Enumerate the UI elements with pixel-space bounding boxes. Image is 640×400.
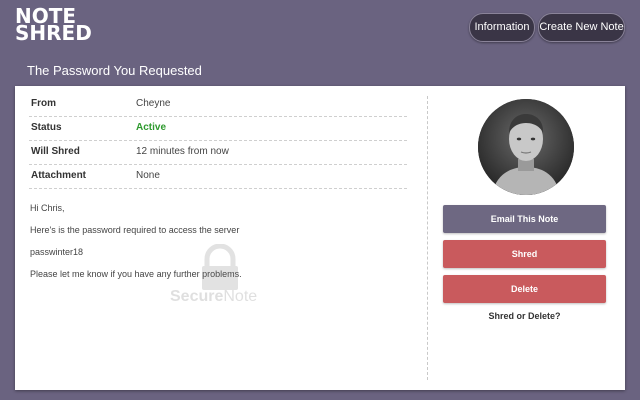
logo-text-line2: SHRED xyxy=(15,21,92,45)
info-row-attachment: Attachment None xyxy=(29,164,407,189)
info-label: Attachment xyxy=(31,170,87,181)
info-label: Status xyxy=(31,122,62,133)
securenote-watermark: SecureNote xyxy=(165,243,275,314)
padlock-icon xyxy=(202,243,238,290)
info-row-from: From Cheyne xyxy=(29,92,407,117)
shred-or-delete-link[interactable]: Shred or Delete? xyxy=(443,311,606,321)
watermark-text-part2: Note xyxy=(223,288,258,305)
info-label: From xyxy=(31,98,56,109)
watermark-text-part1: Secure xyxy=(170,288,224,305)
info-value: Cheyne xyxy=(136,98,171,109)
info-label: Will Shred xyxy=(31,146,80,157)
delete-button[interactable]: Delete xyxy=(443,275,606,303)
message-line: Here's is the password required to acces… xyxy=(30,225,240,235)
info-row-will-shred: Will Shred 12 minutes from now xyxy=(29,140,407,165)
email-note-button[interactable]: Email This Note xyxy=(443,205,606,233)
info-row-status: Status Active xyxy=(29,116,407,141)
info-value: 12 minutes from now xyxy=(136,146,229,157)
panel-title: The Password You Requested xyxy=(27,63,202,78)
status-badge: Active xyxy=(136,122,167,133)
avatar xyxy=(478,99,574,195)
create-new-note-button[interactable]: Create New Note xyxy=(538,13,625,42)
note-panel: From Cheyne Status Active Will Shred 12 … xyxy=(15,86,625,390)
noteshred-logo[interactable]: NOTE SHRED xyxy=(15,6,92,44)
information-button[interactable]: Information xyxy=(469,13,535,42)
message-line: passwinter18 xyxy=(30,247,84,257)
info-value: None xyxy=(136,170,160,181)
message-line: Hi Chris, xyxy=(30,203,65,213)
vertical-divider xyxy=(427,96,428,380)
shred-button[interactable]: Shred xyxy=(443,240,606,268)
